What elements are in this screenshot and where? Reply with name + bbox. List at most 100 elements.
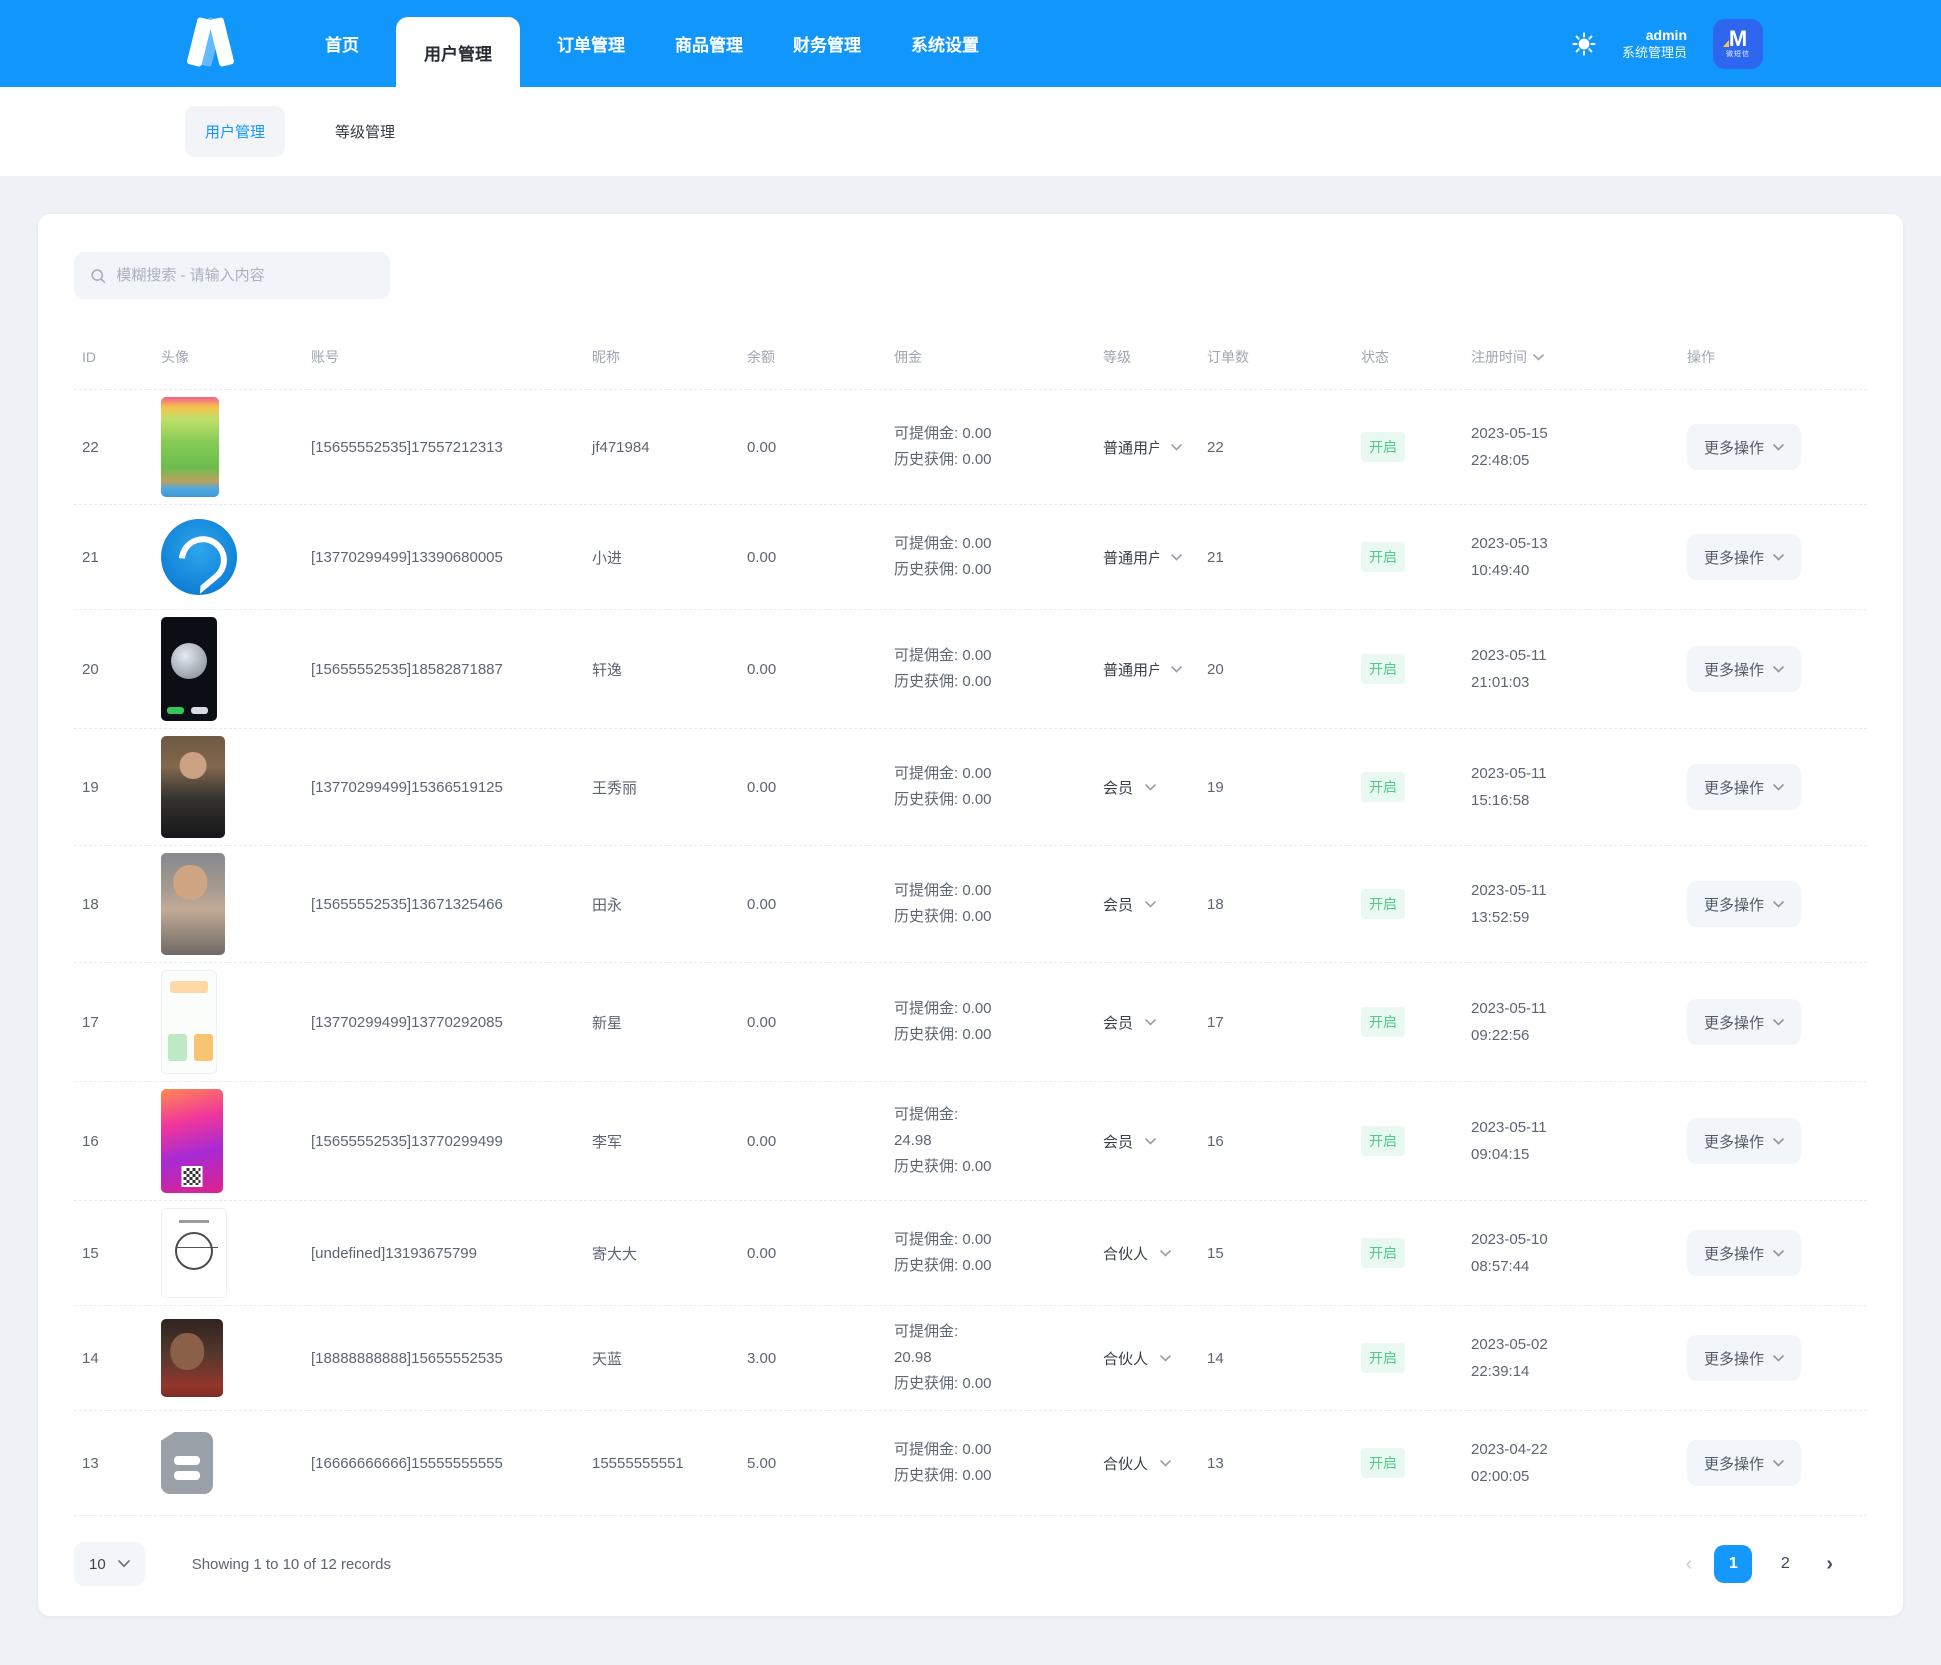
page-size-select[interactable]: 10 — [74, 1542, 145, 1586]
table-row: 18 [15655552535]13671325466 田永 0.00 可提佣金… — [74, 846, 1867, 963]
more-actions-button[interactable]: 更多操作 — [1687, 881, 1802, 927]
level-select[interactable]: 普通用户 — [1099, 659, 1207, 680]
cell-status: 开启 — [1341, 542, 1453, 572]
cell-register-time: 2023-05-11 15:16:58 — [1471, 765, 1547, 809]
cell-nickname: 田永 — [592, 896, 623, 914]
cell-nickname: 15555555551 — [592, 1454, 684, 1472]
cell-status: 开启 — [1341, 1448, 1453, 1478]
main-nav: 首页 用户管理 订单管理 商品管理 财务管理 系统设置 — [300, 0, 1004, 87]
level-select[interactable]: 普通用户 — [1099, 547, 1207, 568]
more-actions-button[interactable]: 更多操作 — [1687, 1118, 1802, 1164]
cell-commission: 可提佣金: 20.98 历史获佣: 0.00 — [894, 1323, 992, 1392]
chevron-right-icon[interactable]: › — [1818, 1549, 1841, 1580]
level-select[interactable]: 会员 — [1099, 777, 1207, 798]
nav-item-finance[interactable]: 财务管理 — [768, 0, 886, 87]
chevron-down-icon — [1171, 443, 1182, 451]
cell-balance: 3.00 — [747, 1349, 777, 1367]
cell-actions: 更多操作 — [1663, 999, 1867, 1045]
cell-user-id: 17 — [82, 1013, 99, 1031]
sun-icon[interactable] — [1572, 32, 1596, 56]
nav-item-settings[interactable]: 系统设置 — [886, 0, 1004, 87]
cell-orders: 22 — [1207, 438, 1224, 456]
nav-item-home[interactable]: 首页 — [300, 0, 384, 87]
cell-orders: 19 — [1207, 778, 1224, 796]
level-select[interactable]: 普通用户 — [1099, 437, 1207, 458]
user-avatar-image — [161, 617, 217, 721]
level-select[interactable]: 会员 — [1099, 1131, 1207, 1152]
pager: ‹ 1 2 › — [1678, 1545, 1841, 1583]
subtab-user-management[interactable]: 用户管理 — [185, 106, 286, 157]
cell-status: 开启 — [1341, 1007, 1453, 1037]
table-row: 15 [undefined]13193675799 寄大大 0.00 可提佣金:… — [74, 1201, 1867, 1306]
more-actions-button[interactable]: 更多操作 — [1687, 1335, 1802, 1381]
nav-item-orders[interactable]: 订单管理 — [532, 0, 650, 87]
user-table-card: ID 头像 账号 昵称 余额 佣金 等级 订单数 状态 注册时间 操作 22 [… — [38, 214, 1903, 1616]
more-actions-button[interactable]: 更多操作 — [1687, 646, 1802, 692]
more-actions-button[interactable]: 更多操作 — [1687, 534, 1802, 580]
more-actions-button[interactable]: 更多操作 — [1687, 999, 1802, 1045]
cell-nickname: 小进 — [592, 549, 623, 567]
cell-status: 开启 — [1341, 1343, 1453, 1373]
user-avatar-image — [161, 970, 217, 1074]
cell-status: 开启 — [1341, 1238, 1453, 1268]
level-label: 会员 — [1103, 779, 1134, 797]
page-button-2[interactable]: 2 — [1766, 1545, 1804, 1583]
table-row: 21 [13770299499]13390680005 小进 0.00 可提佣金… — [74, 505, 1867, 610]
cell-orders: 16 — [1207, 1132, 1224, 1150]
search-input[interactable] — [116, 267, 374, 284]
chevron-down-icon — [1773, 1137, 1784, 1145]
level-select[interactable]: 会员 — [1099, 894, 1207, 915]
user-avatar-image — [161, 1432, 213, 1494]
cell-register-time: 2023-05-11 09:22:56 — [1471, 1000, 1547, 1044]
cell-user-id: 15 — [82, 1244, 99, 1262]
subtab-level-management[interactable]: 等级管理 — [315, 106, 415, 157]
table-row: 20 [15655552535]18582871887 轩逸 0.00 可提佣金… — [74, 610, 1867, 729]
page-footer: 2023© By：Kun 微短信 — [0, 1654, 1941, 1665]
cell-balance: 0.00 — [747, 895, 777, 913]
chevron-left-icon[interactable]: ‹ — [1678, 1549, 1701, 1580]
more-actions-button[interactable]: 更多操作 — [1687, 1440, 1802, 1486]
level-label: 合伙人 — [1103, 1455, 1149, 1473]
chevron-down-icon[interactable] — [1533, 353, 1544, 361]
cell-commission: 可提佣金: 0.00 历史获佣: 0.00 — [894, 765, 992, 808]
more-actions-button[interactable]: 更多操作 — [1687, 424, 1802, 470]
cell-nickname: jf471984 — [592, 438, 650, 456]
level-select[interactable]: 合伙人 — [1099, 1348, 1207, 1369]
cell-status: 开启 — [1341, 772, 1453, 802]
col-header-level: 等级 — [1103, 349, 1131, 365]
table-row: 14 [18888888888]15655552535 天蓝 3.00 可提佣金… — [74, 1306, 1867, 1411]
cell-commission: 可提佣金: 0.00 历史获佣: 0.00 — [894, 425, 992, 468]
chevron-down-icon — [117, 1560, 130, 1568]
col-header-regtime[interactable]: 注册时间 — [1453, 347, 1663, 367]
cell-user-id: 19 — [82, 778, 99, 796]
level-select[interactable]: 合伙人 — [1099, 1243, 1207, 1264]
more-actions-button[interactable]: 更多操作 — [1687, 764, 1802, 810]
cell-balance: 0.00 — [747, 660, 777, 678]
cell-nickname: 王秀丽 — [592, 779, 638, 797]
cell-balance: 0.00 — [747, 548, 777, 566]
level-select[interactable]: 合伙人 — [1099, 1453, 1207, 1474]
level-select[interactable]: 会员 — [1099, 1012, 1207, 1033]
search-box[interactable] — [74, 252, 390, 299]
chevron-down-icon — [1145, 1137, 1156, 1145]
level-label: 普通用户 — [1103, 661, 1159, 679]
cell-balance: 0.00 — [747, 778, 777, 796]
cell-user-id: 21 — [82, 548, 99, 566]
page-button-1[interactable]: 1 — [1714, 1545, 1753, 1583]
cell-commission: 可提佣金: 24.98 历史获佣: 0.00 — [894, 1106, 992, 1175]
cell-orders: 18 — [1207, 895, 1224, 913]
user-role: 系统管理员 — [1621, 44, 1687, 60]
chevron-down-icon — [1773, 1354, 1784, 1362]
cell-actions: 更多操作 — [1663, 1118, 1867, 1164]
chevron-down-icon — [1773, 665, 1784, 673]
nav-item-products[interactable]: 商品管理 — [650, 0, 768, 87]
cell-actions: 更多操作 — [1663, 424, 1867, 470]
chevron-down-icon — [1773, 553, 1784, 561]
status-badge: 开启 — [1361, 1448, 1405, 1478]
cell-register-time: 2023-05-11 09:04:15 — [1471, 1119, 1547, 1163]
avatar[interactable]: M 微短信 — [1713, 18, 1763, 69]
more-actions-button[interactable]: 更多操作 — [1687, 1230, 1802, 1276]
cell-nickname: 新星 — [592, 1014, 623, 1032]
cell-account: [undefined]13193675799 — [311, 1244, 477, 1262]
nav-item-users[interactable]: 用户管理 — [396, 17, 520, 87]
